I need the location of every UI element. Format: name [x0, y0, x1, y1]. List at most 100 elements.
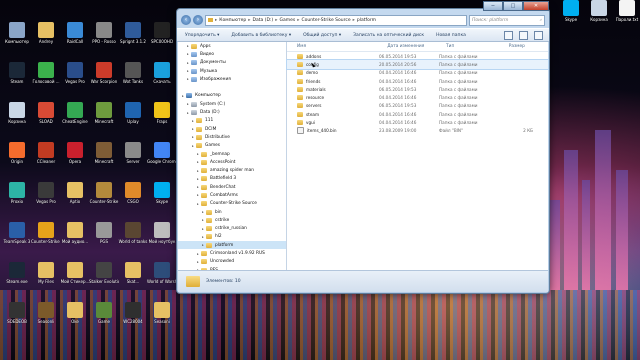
toolbar-button[interactable]: Добавить в библиотеку ▾: [231, 33, 291, 38]
nav-tree-item[interactable]: ▸ CombatArms: [178, 191, 286, 199]
desktop-icon[interactable]: Мой ноутбук: [147, 222, 177, 244]
desktop-icon[interactable]: WC28004: [118, 302, 148, 324]
desktop-icon[interactable]: Vegas Pro: [60, 62, 90, 84]
breadcrumb-item[interactable]: Компьютер: [219, 18, 246, 23]
desktop-icon[interactable]: Мой Стикер...: [60, 262, 90, 284]
search-input[interactable]: Поиск: platform ⌕: [469, 14, 545, 26]
address-bar[interactable]: ▸ Компьютер ▸ Data (D:) ▸ Games ▸ Counter-Strik…: [205, 14, 467, 26]
desktop-icon[interactable]: Fraps: [147, 102, 177, 124]
nav-tree-item[interactable]: ▸ Документы: [178, 59, 286, 67]
file-row[interactable]: vgui 04.04.2014 16:46 Папка с файлами: [287, 118, 548, 126]
nav-tree-item[interactable]: ▸ Battlefield 3: [178, 175, 286, 183]
nav-tree-item[interactable]: ▸ hl2: [178, 233, 286, 241]
column-type[interactable]: Тип: [446, 44, 509, 49]
file-list[interactable]: Имя Дата изменения Тип Размер addons 06.0…: [286, 42, 549, 270]
nav-tree-item[interactable]: ▸ Apps: [178, 42, 286, 50]
desktop-icon[interactable]: Oke: [60, 302, 90, 324]
nav-tree-item[interactable]: ▸ Изображения: [178, 75, 286, 83]
desktop-icon[interactable]: CCleaner: [31, 142, 61, 164]
desktop-icon[interactable]: SLOAD: [31, 102, 61, 124]
help-icon[interactable]: [534, 30, 543, 40]
nav-tree-item[interactable]: ▸ 111: [178, 117, 286, 125]
desktop-icon[interactable]: Steam.exe: [2, 262, 32, 284]
desktop-icon[interactable]: World of Warships: [147, 262, 177, 284]
toolbar-button[interactable]: Упорядочить ▾: [185, 33, 219, 38]
desktop-icon[interactable]: Origin: [2, 142, 32, 164]
nav-tree-item[interactable]: ▸ DCIM: [178, 125, 286, 133]
nav-tree-item[interactable]: ▸ Видео: [178, 50, 286, 58]
nav-tree-item[interactable]: ▸ Компьютер: [178, 92, 286, 100]
file-row[interactable]: servers 06.05.2014 19:53 Папка с файлами: [287, 102, 548, 110]
desktop-icon[interactable]: Компьютер: [2, 22, 32, 44]
breadcrumb-item[interactable]: Data (D:): [253, 18, 274, 23]
nav-tree-item[interactable]: [178, 83, 286, 91]
desktop-icon[interactable]: Server: [118, 142, 148, 164]
desktop-icon[interactable]: TeamSpeak 3: [2, 222, 32, 244]
nav-tree-item[interactable]: ▸ Data (D:): [178, 108, 286, 116]
desktop-icon[interactable]: Opera: [60, 142, 90, 164]
desktop-icon[interactable]: Skype: [556, 0, 586, 22]
nav-tree-item[interactable]: ▸ System (C:): [178, 100, 286, 108]
desktop-icon[interactable]: Скачать: [147, 62, 177, 84]
column-name[interactable]: Имя: [287, 44, 387, 49]
toolbar-button[interactable]: Общий доступ ▾: [303, 33, 341, 38]
forward-button[interactable]: ›: [193, 15, 203, 25]
nav-tree-item[interactable]: ▸ cstrike: [178, 216, 286, 224]
desktop-icon[interactable]: PPO - Rosso: [89, 22, 119, 44]
navigation-pane[interactable]: ▸ Apps ▸ Видео ▸ Документы ▸ Музыка ▸ Изображения…: [178, 42, 287, 270]
desktop-icon[interactable]: Wot Tanks: [118, 62, 148, 84]
desktop-icon[interactable]: CheatEngine: [60, 102, 90, 124]
nav-tree-item[interactable]: ▸ BenderChat: [178, 183, 286, 191]
desktop-icon[interactable]: Stalker Evolutio...: [89, 262, 119, 284]
desktop-icon[interactable]: Uplay: [118, 102, 148, 124]
desktop-icon[interactable]: Корзина: [584, 0, 614, 22]
nav-tree-item[interactable]: ▸ _bemnap: [178, 150, 286, 158]
desktop-icon[interactable]: Game: [89, 302, 119, 324]
desktop-icon[interactable]: SOEDEOB: [2, 302, 32, 324]
file-row[interactable]: steam 04.04.2014 16:46 Папка с файлами: [287, 110, 548, 118]
view-options-icon[interactable]: [504, 30, 513, 40]
toolbar-button[interactable]: Новая папка: [436, 33, 466, 38]
desktop-icon[interactable]: Counter-Strike Global: [31, 222, 61, 244]
file-row[interactable]: friends 04.04.2014 16:46 Папка с файлами: [287, 77, 548, 85]
desktop-icon[interactable]: PGS: [89, 222, 119, 244]
preview-pane-icon[interactable]: [519, 30, 528, 40]
desktop-icon[interactable]: World of tanks: [118, 222, 148, 244]
desktop-icon[interactable]: My Files: [31, 262, 61, 284]
desktop-icon[interactable]: Корзина: [2, 102, 32, 124]
desktop-icon[interactable]: Minecraft: [89, 102, 119, 124]
nav-tree-item[interactable]: ▸ Музыка: [178, 67, 286, 75]
close-button[interactable]: ✕: [523, 1, 549, 11]
desktop-icon[interactable]: Aptio: [60, 182, 90, 204]
desktop-icon[interactable]: Steam: [2, 62, 32, 84]
desktop-icon[interactable]: Sprignt 3.1.2: [118, 22, 148, 44]
desktop-icon[interactable]: CSGO: [118, 182, 148, 204]
desktop-icon[interactable]: Skat...: [118, 262, 148, 284]
nav-tree-item[interactable]: ▸ AccessPoint: [178, 158, 286, 166]
desktop-icon[interactable]: Пароли.txt: [612, 0, 640, 22]
nav-tree-item[interactable]: ▸ Crimsonland v1.9.92 RUS: [178, 249, 286, 257]
file-row[interactable]: materials 06.05.2014 19:53 Папка с файлами: [287, 85, 548, 93]
nav-tree-item[interactable]: ▸ cstrike_russian: [178, 225, 286, 233]
nav-tree-item[interactable]: ▸ amazing spider man: [178, 166, 286, 174]
nav-tree-item[interactable]: ▸ platform: [178, 241, 286, 250]
desktop-icon[interactable]: SPC00OHD: [147, 22, 177, 44]
back-button[interactable]: ‹: [181, 15, 191, 25]
desktop-icon[interactable]: Skype: [147, 182, 177, 204]
column-size[interactable]: Размер: [509, 44, 548, 49]
explorer-window[interactable]: − □ ✕ ‹ › ▸ Компьютер ▸ Data (D:) ▸ Games ▸ Count…: [176, 1, 550, 294]
desktop-icon[interactable]: RaidCall: [60, 22, 90, 44]
breadcrumb-item[interactable]: platform: [357, 18, 376, 23]
nav-tree-item[interactable]: ▸ bin: [178, 208, 286, 216]
file-row[interactable]: config 20.05.2014 20:56 Папка с файлами: [286, 59, 549, 70]
desktop-icon[interactable]: Seasoni: [147, 302, 177, 324]
desktop-icon[interactable]: Мой аудио...: [60, 222, 90, 244]
file-row[interactable]: resource 04.04.2014 16:46 Папка с файлами: [287, 93, 548, 101]
desktop-icon[interactable]: Andrey: [31, 22, 61, 44]
desktop-icon[interactable]: Minecraft: [89, 142, 119, 164]
breadcrumb-item[interactable]: Games: [279, 18, 295, 23]
column-date[interactable]: Дата изменения: [387, 44, 446, 49]
desktop-icon[interactable]: Голосовой ...: [31, 62, 61, 84]
file-row[interactable]: items_440.bin 23.08.2009 19:00 Файл "BIN" 2…: [287, 127, 548, 135]
desktop-icon[interactable]: Counter-Strike: [89, 182, 119, 204]
